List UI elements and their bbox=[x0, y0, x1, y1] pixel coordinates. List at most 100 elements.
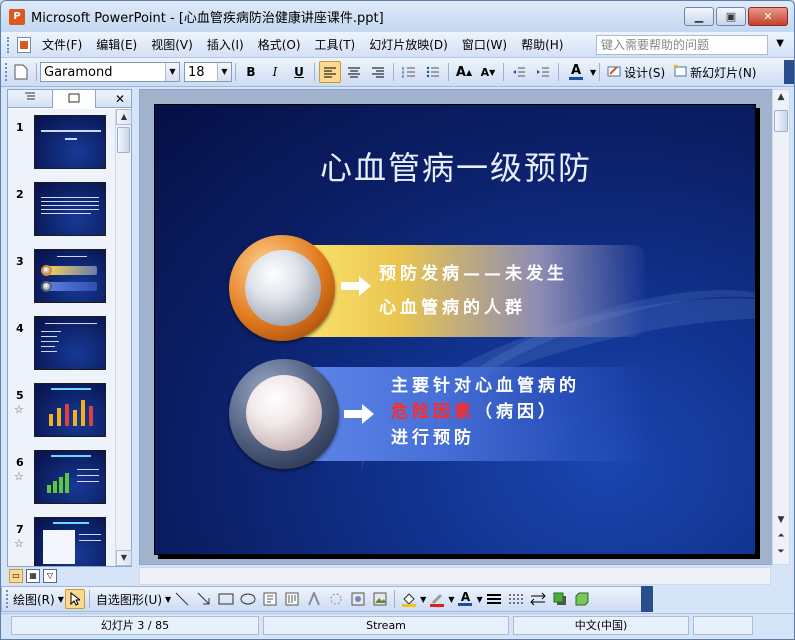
document-icon[interactable] bbox=[17, 36, 31, 53]
menu-edit[interactable]: 编辑(E) bbox=[89, 36, 144, 53]
oval-tool-icon[interactable] bbox=[238, 589, 258, 609]
draw-menu-button[interactable]: 绘图(R) bbox=[10, 591, 58, 608]
scrollbar-thumb[interactable] bbox=[117, 127, 130, 153]
bold-button[interactable]: B bbox=[240, 61, 262, 83]
fill-color-icon[interactable] bbox=[399, 589, 419, 609]
slide-vertical-scrollbar[interactable]: ▲ ▼ ⏶ ⏷ bbox=[772, 89, 790, 565]
slide-thumbnail[interactable]: 3 bbox=[8, 249, 116, 309]
chevron-down-icon[interactable]: ▼ bbox=[590, 68, 596, 77]
animation-star-icon[interactable]: ☆ bbox=[14, 403, 24, 416]
toolbar-grip[interactable] bbox=[5, 63, 9, 81]
font-name-select[interactable]: Garamond ▼ bbox=[40, 62, 180, 82]
scroll-down-icon[interactable]: ▼ bbox=[774, 514, 788, 528]
slide-thumbnail[interactable]: 1 bbox=[8, 115, 116, 175]
slide-title[interactable]: 心血管病一级预防 bbox=[155, 143, 755, 189]
bullets-icon[interactable] bbox=[422, 61, 444, 83]
align-left-icon[interactable] bbox=[319, 61, 341, 83]
prevention-item-2[interactable]: 主要针对心血管病的 危险因素（病因） 进行预防 bbox=[229, 359, 649, 471]
minimize-button[interactable]: ▁ bbox=[684, 7, 714, 26]
wordart-icon[interactable] bbox=[304, 589, 324, 609]
slide-thumbnail[interactable]: 6 ☆ bbox=[8, 450, 116, 510]
slide-thumbnail[interactable]: 4 bbox=[8, 316, 116, 376]
animation-star-icon[interactable]: ☆ bbox=[14, 537, 24, 550]
design-button[interactable]: 设计(S) bbox=[603, 61, 669, 83]
font-size-select[interactable]: 18 ▼ bbox=[184, 62, 232, 82]
tab-slides[interactable] bbox=[52, 89, 96, 108]
chevron-down-icon[interactable]: ▼ bbox=[165, 595, 171, 604]
slide-preview[interactable] bbox=[34, 383, 106, 437]
menu-format[interactable]: 格式(O) bbox=[251, 36, 308, 53]
new-slide-button[interactable]: 新幻灯片(N) bbox=[669, 61, 760, 83]
italic-button[interactable]: I bbox=[264, 61, 286, 83]
powerpoint-app-icon[interactable]: P bbox=[9, 8, 25, 25]
menu-file[interactable]: 文件(F) bbox=[35, 36, 89, 53]
previous-slide-icon[interactable]: ⏶ bbox=[774, 530, 788, 544]
help-dropdown-icon[interactable]: ▼ bbox=[776, 38, 784, 49]
menu-slideshow[interactable]: 幻灯片放映(D) bbox=[362, 36, 455, 53]
slide-preview[interactable] bbox=[34, 316, 106, 370]
thumbnail-scrollbar[interactable]: ▲ ▼ bbox=[115, 109, 132, 566]
chevron-down-icon[interactable]: ▼ bbox=[165, 63, 179, 81]
decrease-font-icon[interactable]: A ▼ bbox=[477, 61, 499, 83]
slide-thumbnail[interactable]: 7 ☆ bbox=[8, 517, 116, 566]
arrow-tool-icon[interactable] bbox=[194, 589, 214, 609]
rectangle-tool-icon[interactable] bbox=[216, 589, 236, 609]
line-color-icon[interactable] bbox=[427, 589, 447, 609]
slide-thumbnail[interactable]: 5 ☆ bbox=[8, 383, 116, 443]
slide-preview[interactable] bbox=[34, 182, 106, 236]
drawing-toolbar-options-icon[interactable] bbox=[641, 586, 653, 612]
menu-tools[interactable]: 工具(T) bbox=[308, 36, 363, 53]
item2-text[interactable]: 主要针对心血管病的 危险因素（病因） 进行预防 bbox=[391, 373, 580, 451]
dash-style-icon[interactable] bbox=[506, 589, 526, 609]
clipart-icon[interactable] bbox=[348, 589, 368, 609]
line-style-icon[interactable] bbox=[484, 589, 504, 609]
slide-thumbnail[interactable]: 2 bbox=[8, 182, 116, 242]
underline-button[interactable]: U bbox=[288, 61, 310, 83]
scrollbar-thumb[interactable] bbox=[774, 110, 788, 132]
slide-preview[interactable] bbox=[34, 517, 106, 566]
chevron-down-icon[interactable]: ▼ bbox=[58, 595, 64, 604]
autoshapes-menu-button[interactable]: 自选图形(U) bbox=[93, 591, 165, 608]
picture-icon[interactable] bbox=[370, 589, 390, 609]
slideshow-icon[interactable]: ▽ bbox=[43, 569, 57, 583]
toolbar-options-icon[interactable] bbox=[784, 60, 794, 84]
item1-text[interactable]: 预防发病——未发生 心血管病的人群 bbox=[379, 257, 568, 325]
vertical-textbox-icon[interactable] bbox=[282, 589, 302, 609]
horizontal-scrollbar[interactable] bbox=[139, 567, 771, 585]
decrease-indent-icon[interactable] bbox=[508, 61, 530, 83]
slide-sorter-icon[interactable]: ▦ bbox=[26, 569, 40, 583]
diagram-icon[interactable] bbox=[326, 589, 346, 609]
close-button[interactable]: ✕ bbox=[748, 7, 788, 26]
align-right-icon[interactable] bbox=[367, 61, 389, 83]
slide-preview[interactable] bbox=[34, 450, 106, 504]
scroll-up-icon[interactable]: ▲ bbox=[774, 91, 788, 105]
chevron-down-icon[interactable]: ▼ bbox=[217, 63, 231, 81]
scroll-down-icon[interactable]: ▼ bbox=[116, 550, 132, 566]
menu-insert[interactable]: 插入(I) bbox=[200, 36, 251, 53]
current-slide[interactable]: 心血管病一级预防 预防发病——未发生 心血管病的人群 主要针对心血管病的 危险因… bbox=[154, 104, 756, 555]
draw-font-color-icon[interactable]: A bbox=[455, 589, 475, 609]
increase-font-icon[interactable]: A ▲ bbox=[453, 61, 475, 83]
new-document-icon[interactable] bbox=[10, 61, 32, 83]
maximize-button[interactable]: ▣ bbox=[716, 7, 746, 26]
increase-indent-icon[interactable] bbox=[532, 61, 554, 83]
slide-preview[interactable] bbox=[34, 115, 106, 169]
select-cursor-icon[interactable] bbox=[64, 589, 85, 609]
align-center-icon[interactable] bbox=[343, 61, 365, 83]
menu-help[interactable]: 帮助(H) bbox=[514, 36, 570, 53]
chevron-down-icon[interactable]: ▼ bbox=[476, 595, 482, 604]
help-question-input[interactable]: 键入需要帮助的问题 bbox=[596, 35, 768, 55]
menu-window[interactable]: 窗口(W) bbox=[455, 36, 514, 53]
textbox-tool-icon[interactable] bbox=[260, 589, 280, 609]
animation-star-icon[interactable]: ☆ bbox=[14, 470, 24, 483]
panel-close-icon[interactable]: ✕ bbox=[115, 92, 125, 106]
numbering-icon[interactable] bbox=[398, 61, 420, 83]
chevron-down-icon[interactable]: ▼ bbox=[420, 595, 426, 604]
menu-view[interactable]: 视图(V) bbox=[144, 36, 200, 53]
font-color-icon[interactable]: A bbox=[563, 61, 589, 83]
normal-view-icon[interactable]: ▭ bbox=[9, 569, 23, 583]
next-slide-icon[interactable]: ⏷ bbox=[774, 546, 788, 560]
chevron-down-icon[interactable]: ▼ bbox=[448, 595, 454, 604]
prevention-item-1[interactable]: 预防发病——未发生 心血管病的人群 bbox=[229, 235, 649, 341]
menu-grip[interactable] bbox=[7, 36, 11, 53]
